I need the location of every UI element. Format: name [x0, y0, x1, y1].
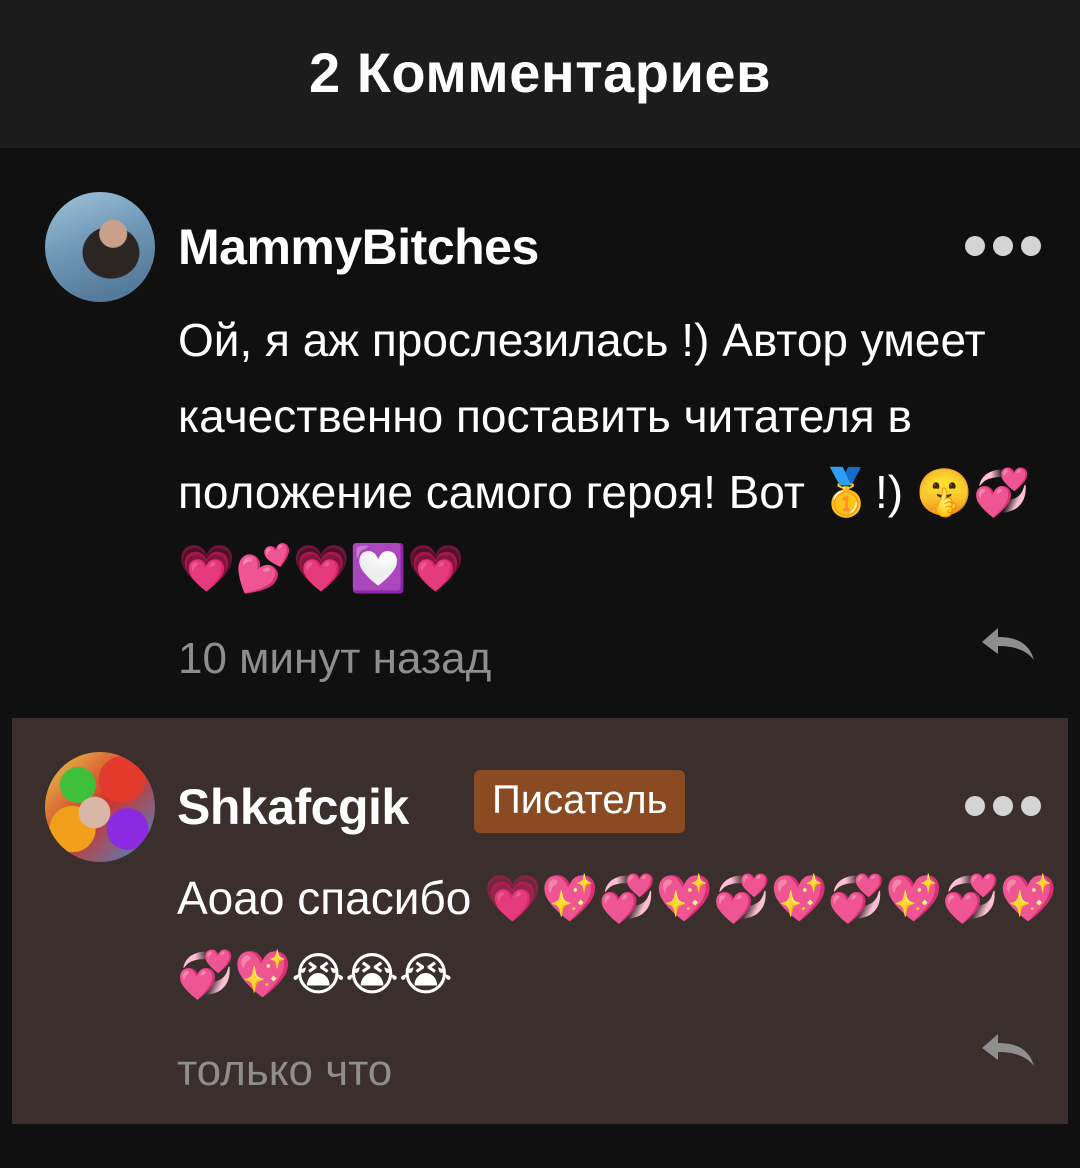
reply-arrow-icon[interactable]	[976, 624, 1040, 664]
avatar[interactable]	[45, 752, 155, 862]
reply-arrow-icon[interactable]	[976, 1030, 1040, 1070]
comment-author[interactable]: Shkafcgik	[177, 778, 409, 836]
comment-timestamp: только что	[177, 1046, 393, 1095]
comment-item-highlighted: Shkafcgik Писатель Аоао спасибо 💗💖💞💖💞💖💞💖…	[12, 718, 1068, 1124]
author-badge: Писатель	[474, 770, 686, 833]
page-title: 2 Комментариев	[309, 40, 771, 104]
comment-text: Аоао спасибо 💗💖💞💖💞💖💞💖💞💖💞💖😭😭😭	[177, 872, 1057, 1000]
comments-header: 2 Комментариев	[0, 0, 1080, 148]
more-dots-icon[interactable]	[965, 236, 1041, 256]
comment-timestamp: 10 минут назад	[178, 634, 492, 683]
more-dots-icon[interactable]	[965, 796, 1041, 816]
comment-item: MammyBitches Ой, я аж прослезилась !) Ав…	[0, 148, 1080, 718]
avatar[interactable]	[45, 192, 155, 302]
comment-text: Ой, я аж прослезилась !) Автор умеет кач…	[178, 314, 1031, 594]
comment-author[interactable]: MammyBitches	[178, 218, 539, 276]
